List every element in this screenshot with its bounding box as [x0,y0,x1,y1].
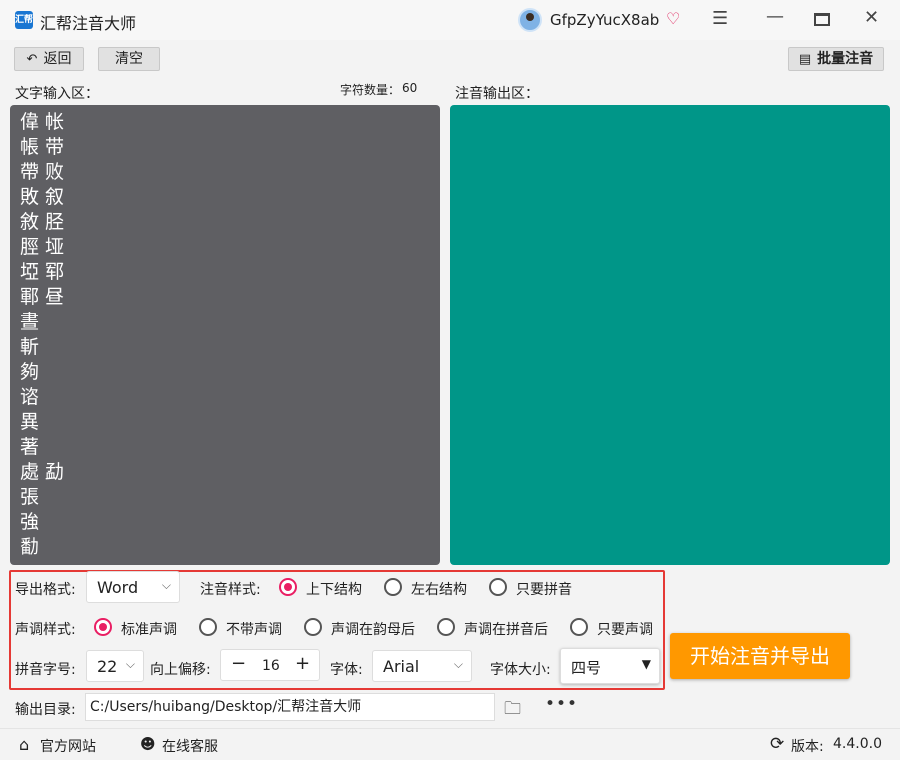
input-panel-label: 文字输入区： [15,86,99,102]
font-size-dropdown[interactable]: 四号 ▼ [560,648,660,684]
app-logo-icon: 汇帮 [15,11,33,29]
char-count-value: 60 [402,81,418,95]
input-text-content: 偉 帐 帳 带 帶 败 敗 叙 敘 胫 脛 垭 埡 郓 鄆 昼 晝 斬 夠 谘 … [20,111,65,558]
phonetic-radio-1[interactable] [384,578,402,596]
text-input-area[interactable]: 偉 帐 帳 带 帶 败 敗 叙 敘 胫 脛 垭 埡 郓 鄆 昼 晝 斬 夠 谘 … [10,105,440,565]
offset-label: 向上偏移: [150,662,211,678]
offset-value: 16 [262,658,280,674]
increment-button[interactable]: + [295,653,310,674]
font-dropdown[interactable]: Arial ⌵ [372,650,472,682]
font-size-label: 字体大小: [490,662,551,678]
tone-radio-1[interactable] [199,618,217,636]
offset-stepper[interactable]: − 16 + [220,649,320,681]
document-icon: ▤ [798,52,812,67]
vip-heart-icon[interactable]: ♡ [666,9,680,28]
tone-option-2[interactable]: 声调在韵母后 [331,619,415,639]
tone-radio-3[interactable] [437,618,455,636]
tone-style-label: 声调样式: [15,622,76,638]
tone-option-3[interactable]: 声调在拼音后 [464,619,548,639]
font-label: 字体: [330,662,363,678]
start-export-button[interactable]: 开始注音并导出 [670,633,850,679]
back-button-label: 返回 [43,51,72,67]
font-value: Arial [383,657,420,676]
back-button[interactable]: ↶ 返回 [14,47,84,71]
refresh-icon[interactable]: ⟳ [770,734,784,754]
clear-button[interactable]: 清空 [98,47,160,71]
tone-option-1[interactable]: 不带声调 [226,619,282,639]
menu-icon[interactable]: ☰ [712,8,728,29]
version-value: 4.4.0.0 [833,736,882,752]
output-dir-label: 输出目录: [15,702,76,718]
maximize-icon[interactable] [814,13,830,26]
output-dir-field[interactable]: C:/Users/huibang/Desktop/汇帮注音大师 [85,693,495,721]
footer-bar [0,728,900,760]
phonetic-option-1[interactable]: 左右结构 [411,579,467,599]
phonetic-option-2[interactable]: 只要拼音 [516,579,572,599]
phonetic-radio-2[interactable] [489,578,507,596]
phonetic-style-label: 注音样式: [200,582,261,598]
batch-annotate-button[interactable]: ▤ 批量注音 [788,47,884,71]
tone-radio-0[interactable] [94,618,112,636]
pinyin-size-label: 拼音字号: [15,662,76,678]
app-title: 汇帮注音大师 [40,14,137,33]
pinyin-size-value: 22 [97,657,118,676]
version-label: 版本: [791,739,824,755]
minimize-icon[interactable]: — [766,6,784,27]
chevron-down-icon: ⌵ [125,657,135,671]
support-agent-icon[interactable]: ☻ [140,735,156,753]
export-format-label: 导出格式: [15,582,76,598]
back-arrow-icon: ↶ [26,52,38,67]
export-format-value: Word [97,578,139,597]
home-icon[interactable]: ⌂ [19,735,29,754]
pinyin-size-dropdown[interactable]: 22 ⌵ [86,650,144,682]
decrement-button[interactable]: − [231,653,246,674]
char-count-label: 字符数量： [340,83,401,97]
tone-option-0[interactable]: 标准声调 [121,619,177,639]
phonetic-output-area[interactable] [450,105,890,565]
username[interactable]: GfpZyYucX8ab [550,11,659,29]
official-site-link[interactable]: 官方网站 [40,736,96,756]
user-avatar[interactable] [518,8,542,32]
chevron-down-icon: ⌵ [161,578,171,592]
export-format-dropdown[interactable]: Word ⌵ [86,571,180,603]
folder-icon[interactable]: 🗀 [504,696,521,725]
batch-button-label: 批量注音 [817,51,874,67]
tone-option-4[interactable]: 只要声调 [597,619,653,639]
online-service-link[interactable]: 在线客服 [162,736,218,756]
font-size-value: 四号 [571,659,602,677]
output-panel-label: 注音输出区： [455,86,539,102]
phonetic-radio-0[interactable] [279,578,297,596]
phonetic-option-0[interactable]: 上下结构 [306,579,362,599]
caret-down-icon: ▼ [641,657,651,671]
more-icon[interactable]: ••• [545,694,578,714]
tone-radio-2[interactable] [304,618,322,636]
tone-radio-4[interactable] [570,618,588,636]
chevron-down-icon: ⌵ [453,657,463,671]
close-icon[interactable]: ✕ [864,7,879,28]
